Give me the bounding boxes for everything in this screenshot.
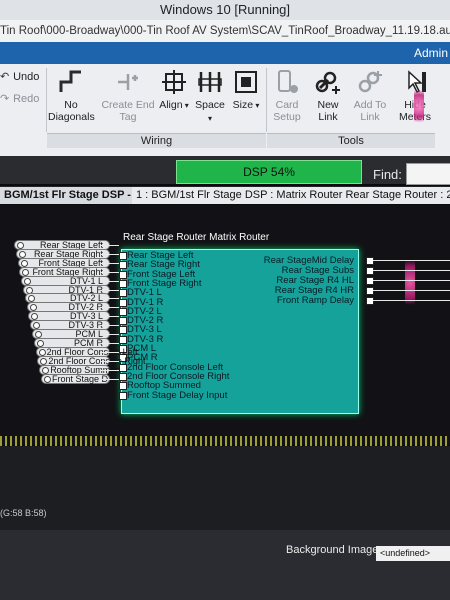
router-input-pin[interactable] (119, 372, 127, 381)
router-input-pin[interactable] (119, 298, 127, 307)
router-input-label: Front Stage Delay Input (127, 389, 228, 401)
new-link-label: New Link (317, 99, 339, 123)
input-wire[interactable] (100, 298, 119, 300)
router-input-label: Rear Stage Right (127, 259, 200, 271)
size-icon (235, 71, 257, 93)
redo-button[interactable]: ↷ Redo (0, 92, 39, 105)
align-button[interactable]: Align ▾ (158, 68, 190, 112)
no-diagonals-label: No Diagonals (48, 99, 95, 123)
align-icon (162, 70, 186, 94)
find-input[interactable] (406, 163, 450, 185)
file-path-bar: Tin Roof\000-Broadway\000-Tin Roof AV Sy… (0, 20, 450, 42)
redo-icon: ↷ (0, 93, 10, 105)
input-wire[interactable] (100, 342, 119, 344)
input-wire[interactable] (100, 280, 119, 282)
router-output-pin[interactable] (366, 277, 374, 285)
tab-dsp-audio[interactable]: BGM/1st Flr Stage DSP - Audio (0, 187, 136, 204)
router-input-label: Rooftop Summed (127, 380, 201, 392)
input-wire[interactable] (100, 378, 119, 380)
space-label: Space (195, 99, 225, 111)
router-output-pin[interactable] (366, 257, 374, 265)
router-output-pin[interactable] (366, 287, 374, 295)
size-label: Size (232, 99, 254, 111)
router-output-pin[interactable] (366, 297, 374, 305)
input-wire[interactable] (100, 271, 119, 273)
status-coordinates: (G:58 B:58) (0, 508, 47, 518)
tools-group-label: Tools (267, 133, 435, 148)
input-wire[interactable] (100, 369, 119, 371)
output-wire[interactable] (373, 300, 450, 301)
redo-label: Redo (13, 93, 40, 105)
router-input-pin[interactable] (119, 335, 127, 344)
router-input-label: DTV-1 L (127, 287, 162, 299)
add-to-link-button[interactable]: Add To Link (348, 68, 392, 123)
no-diagonals-icon (59, 70, 81, 92)
space-button[interactable]: Space ▾ (193, 68, 227, 125)
wiring-group-label: Wiring (47, 133, 266, 148)
router-input-pin[interactable] (119, 289, 127, 298)
input-wire[interactable] (100, 262, 119, 264)
undo-icon: ↶ (0, 71, 10, 83)
router-output-label: Rear StageMid Delay (263, 255, 354, 266)
router-output-label: Front Ramp Delay (276, 295, 354, 306)
router-input-pin[interactable] (119, 307, 127, 316)
router-output-label: Rear Stage Subs (281, 265, 354, 276)
new-link-button[interactable]: New Link (308, 68, 348, 123)
input-wire[interactable] (100, 325, 119, 327)
new-link-icon (315, 71, 340, 94)
vm-window-title: Windows 10 [Running] (0, 0, 450, 20)
input-wire[interactable] (100, 334, 119, 335)
input-wire[interactable] (100, 360, 119, 362)
router-output-pin[interactable] (366, 267, 374, 275)
dsp-usage-meter: DSP 54% (176, 160, 362, 184)
router-input-pin[interactable] (119, 317, 127, 326)
dsp-usage-label: DSP (243, 165, 268, 179)
router-output-label: Rear Stage R4 HR (274, 285, 354, 296)
undo-button[interactable]: ↶ Undo (0, 70, 39, 83)
input-wire[interactable] (100, 351, 119, 353)
input-wire[interactable] (100, 316, 119, 318)
output-wire[interactable] (373, 270, 450, 271)
router-input-pin[interactable] (119, 252, 127, 260)
input-wire[interactable] (100, 307, 119, 309)
add-to-link-label: Add To Link (353, 99, 387, 123)
router-input-pin[interactable] (119, 382, 127, 391)
router-input-pin[interactable] (119, 326, 127, 335)
card-setup-icon (278, 70, 298, 93)
output-wire[interactable] (373, 260, 450, 261)
background-image-field[interactable]: <undefined> (376, 546, 450, 561)
screen-glare (405, 255, 415, 310)
canvas-divider (0, 436, 450, 446)
output-wire[interactable] (373, 290, 450, 291)
input-wire[interactable] (100, 245, 119, 246)
output-wire[interactable] (373, 280, 450, 281)
router-output-label: Rear Stage R4 HL (276, 275, 354, 286)
card-setup-label: Card Setup (273, 99, 301, 123)
input-wire[interactable] (100, 253, 119, 255)
card-setup-button[interactable]: Card Setup (268, 68, 306, 123)
size-button[interactable]: Size ▾ (230, 68, 262, 112)
undo-label: Undo (13, 71, 40, 83)
background-image-label: Background Image (286, 544, 379, 556)
add-to-link-icon (358, 71, 382, 93)
router-input-pin[interactable] (119, 279, 127, 288)
properties-panel (0, 530, 450, 600)
dsp-usage-percent: 54% (270, 165, 295, 179)
router-input-pin[interactable] (119, 270, 127, 279)
tab-matrix-router[interactable]: 1 : BGM/1st Flr Stage DSP : Matrix Route… (132, 187, 450, 204)
menu-bar (0, 42, 450, 64)
space-icon (198, 72, 222, 92)
input-wire[interactable] (100, 289, 119, 291)
align-label: Align (159, 99, 183, 111)
find-label: Find: (373, 167, 402, 182)
no-diagonals-button[interactable]: No Diagonals (48, 68, 95, 123)
router-input-pin[interactable] (119, 391, 127, 400)
admin-menu[interactable]: Admin (414, 46, 448, 60)
create-end-tag-button[interactable]: Create End Tag (98, 68, 158, 123)
end-tag-icon (118, 74, 138, 90)
router-input-pin[interactable] (119, 261, 127, 270)
screen-glare (414, 86, 424, 126)
create-end-tag-label: Create End Tag (101, 99, 155, 123)
router-block-title: Rear Stage Router Matrix Router (123, 232, 270, 243)
